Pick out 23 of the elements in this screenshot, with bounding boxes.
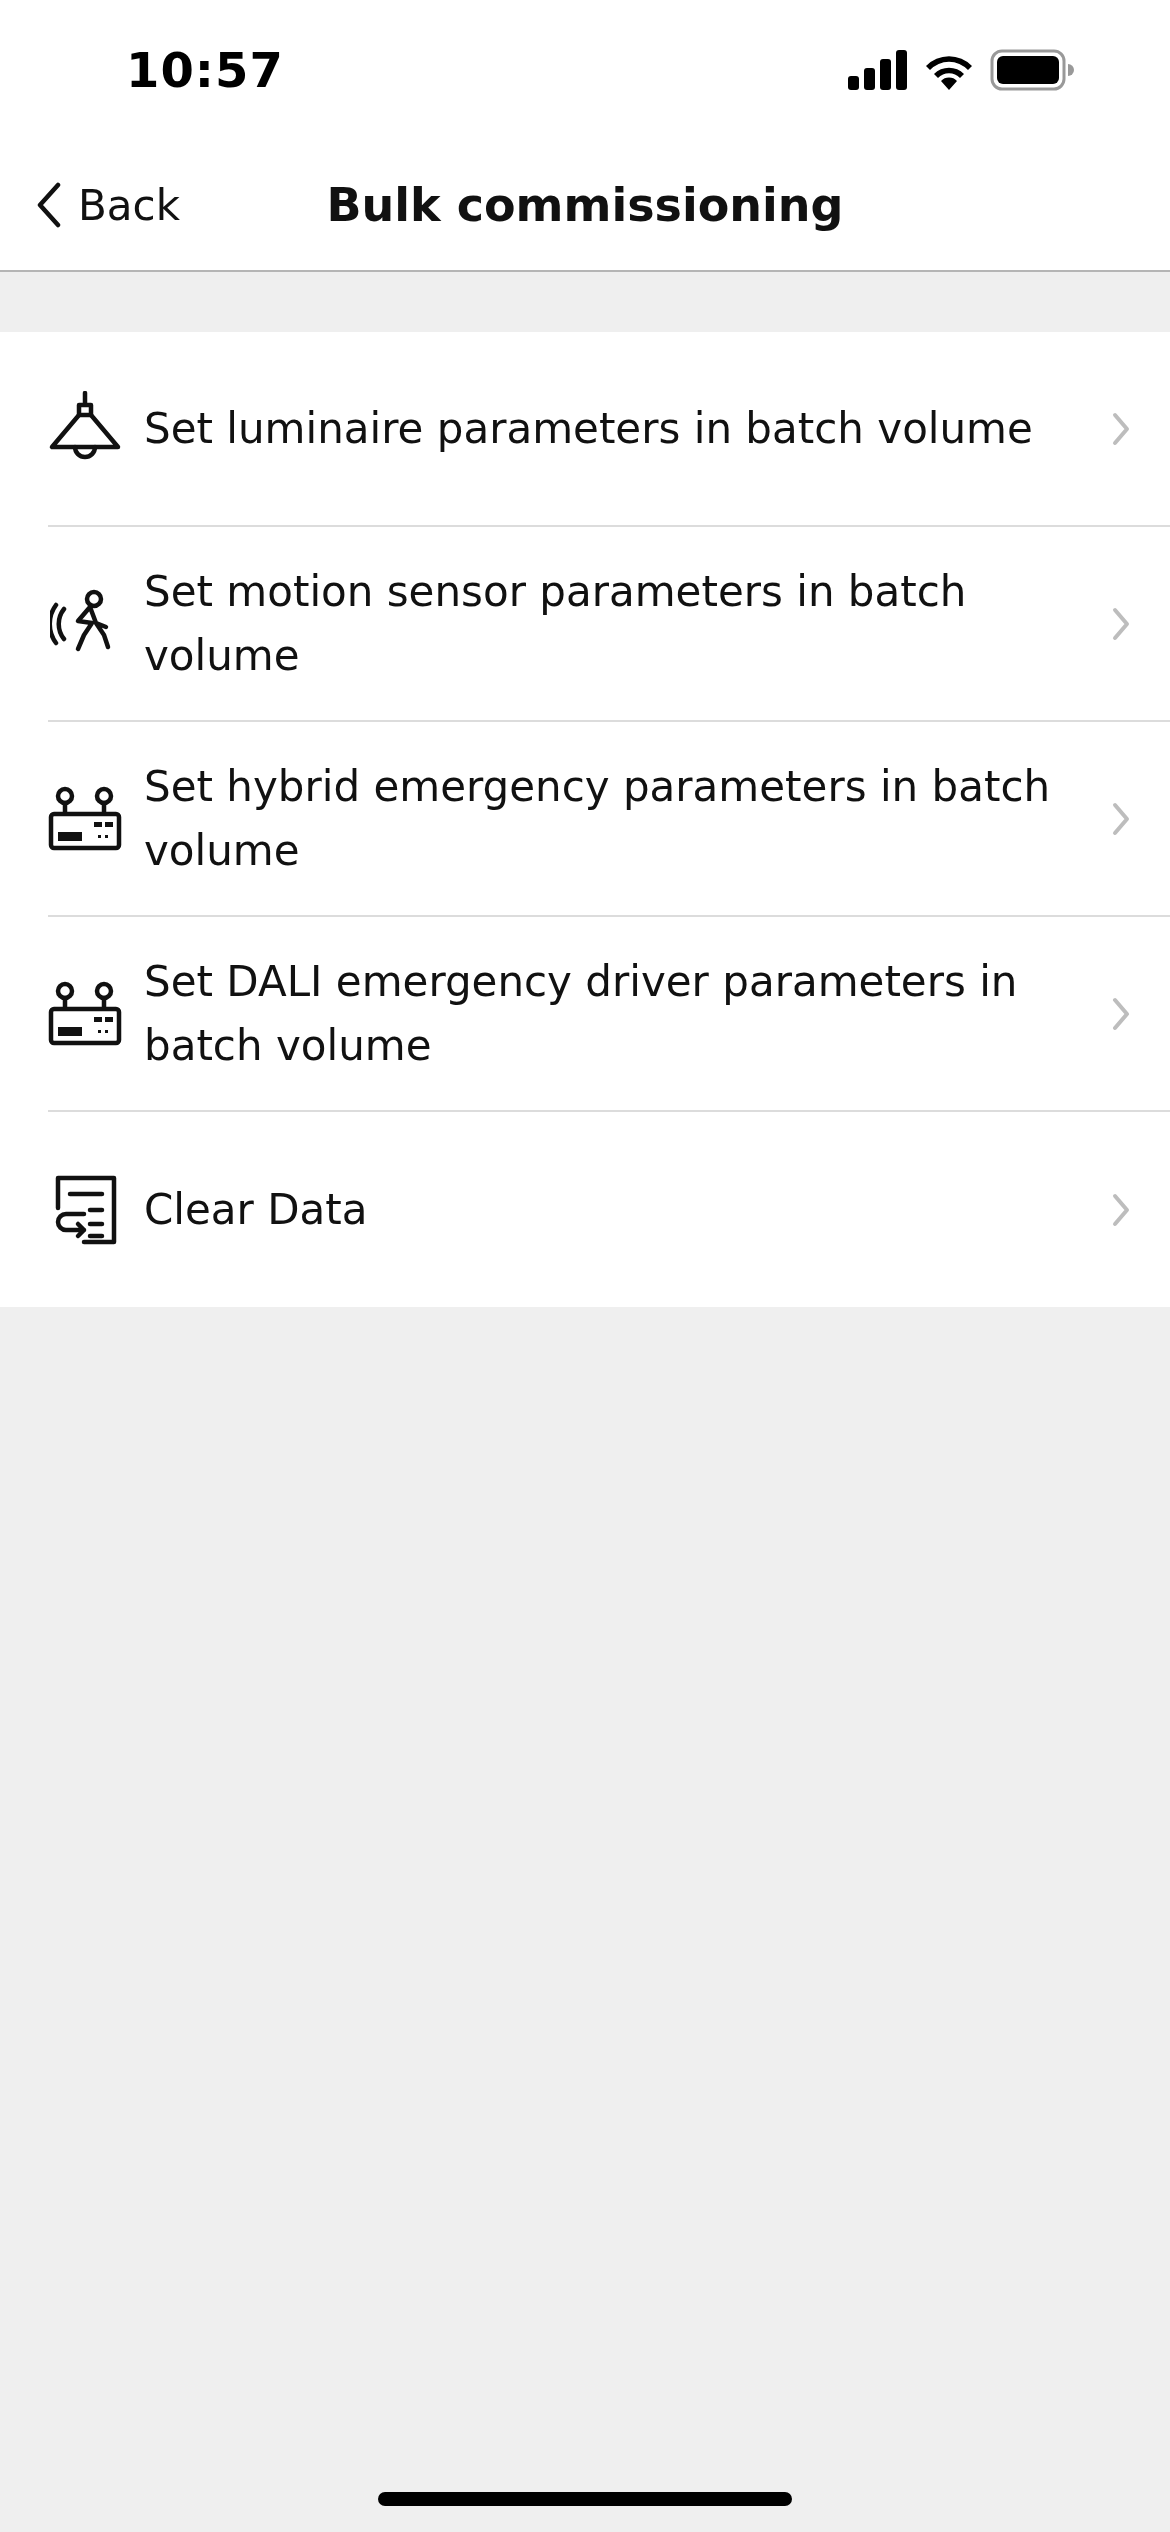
signal-icon [848, 50, 908, 90]
menu-item[interactable]: Set DALI emergency driver parameters in batch volume [48, 917, 1170, 1112]
menu-item[interactable]: Set motion sensor parameters in batch volume [48, 527, 1170, 722]
chevron-right-icon [1112, 801, 1130, 836]
chevron-right-icon [1112, 606, 1130, 641]
chevron-right-icon [1112, 411, 1130, 446]
battery-icon [990, 49, 1074, 91]
menu-item-label: Set motion sensor parameters in batch volume [144, 565, 968, 682]
chevron-right-icon [1112, 1192, 1130, 1227]
menu-item-label: Set hybrid emergency parameters in batch volume [144, 760, 1052, 877]
screen-title: Bulk commissioning [326, 178, 844, 232]
status-time: 10:57 [126, 42, 284, 98]
chevron-left-icon [36, 182, 62, 228]
back-button[interactable]: Back [0, 165, 180, 245]
chevron-right-icon [1112, 996, 1130, 1031]
menu-item[interactable]: Set hybrid emergency parameters in batch volume [48, 722, 1170, 917]
emergency-device-icon [48, 980, 122, 1047]
menu-item-label: Clear Data [144, 1183, 369, 1236]
menu-item-label: Set DALI emergency driver parameters in batch volume [144, 955, 1019, 1072]
menu-item[interactable]: Clear Data [48, 1112, 1170, 1307]
menu-item[interactable]: Set luminaire parameters in batch volume [48, 332, 1170, 527]
emergency-device-icon [48, 785, 122, 852]
menu-item-label: Set luminaire parameters in batch volume [144, 402, 1034, 455]
